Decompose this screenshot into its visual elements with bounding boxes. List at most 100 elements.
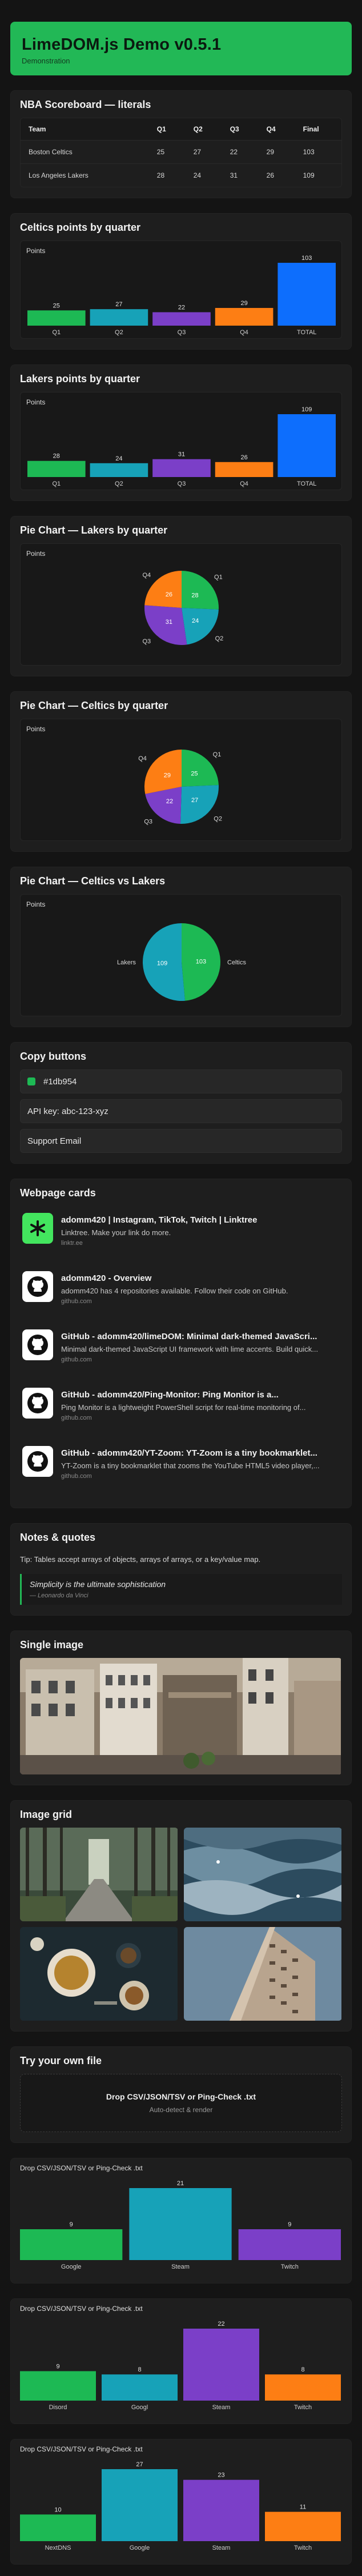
celtics-bar-card: Celtics points by quarter Points 25 Q1 27 Q… bbox=[10, 213, 352, 350]
pie-value-label: 31 bbox=[166, 619, 172, 626]
github-icon bbox=[22, 1329, 53, 1360]
chart-container: Points 28 Q1 24 Q2 31 Q3 26 Q4 bbox=[20, 543, 342, 666]
bar-category-label: Q3 bbox=[178, 329, 186, 336]
pie-value-label: 24 bbox=[192, 618, 199, 624]
file-bar-chart-2: 9 Disord 8 Googl 22 Steam 8 Twitch bbox=[20, 2321, 341, 2411]
bar-value-label: 8 bbox=[138, 2366, 141, 2373]
bar bbox=[238, 2229, 341, 2260]
webcard-title: adomm420 | Instagram, TikTok, Twitch | L… bbox=[61, 1215, 258, 1225]
table-row: Boston Celtics 25 27 22 29 103 bbox=[21, 140, 341, 164]
copy-label: Support Email bbox=[27, 1136, 82, 1146]
lakers-pie-chart: 28 Q1 24 Q2 31 Q3 26 Q4 bbox=[142, 571, 224, 645]
pie-slice bbox=[144, 750, 182, 794]
pie-category-label: Celtics bbox=[227, 959, 247, 966]
bar-value-label: 22 bbox=[218, 2321, 224, 2327]
quote-block: Simplicity is the ultimate sophisticatio… bbox=[20, 1574, 342, 1605]
table-cell: 103 bbox=[295, 140, 341, 164]
bar-category-label: TOTAL bbox=[297, 329, 316, 336]
webcard-desc: adomm420 has 4 repositories available. F… bbox=[61, 1287, 288, 1295]
pie-category-label: Q1 bbox=[214, 574, 223, 580]
bar-value-label: 8 bbox=[301, 2366, 304, 2373]
image-grid-card: Image grid bbox=[10, 1800, 352, 2032]
tryfile-title: Try your own file bbox=[20, 2055, 102, 2066]
scoreboard-table: Team Q1 Q2 Q3 Q4 Final Boston Celtics 25… bbox=[20, 118, 342, 187]
celtics-pie-card: Pie Chart — Celtics by quarter Points 25… bbox=[10, 691, 352, 852]
table-cell: 25 bbox=[148, 140, 186, 164]
vs-pie-chart: 103 Celtics 109 Lakers bbox=[117, 923, 247, 1001]
tryfile-card: Try your own file Drop CSV/JSON/TSV or P… bbox=[10, 2046, 352, 2143]
table-cell: 27 bbox=[185, 140, 222, 164]
pie-category-label: Lakers bbox=[117, 959, 136, 966]
bar-value-label: 26 bbox=[240, 454, 247, 461]
bar-category-label: Twitch bbox=[294, 2545, 312, 2551]
webpage-card-ping-monitor[interactable]: GitHub - adomm420/Ping-Monitor: Ping Mon… bbox=[20, 1381, 342, 1439]
bar-category-label: NextDNS bbox=[45, 2545, 71, 2551]
bar bbox=[90, 463, 148, 477]
bar-category-label: Q1 bbox=[52, 329, 61, 336]
vs-pie-card: Pie Chart — Celtics vs Lakers Points 103… bbox=[10, 867, 352, 1027]
pie-category-label: Q4 bbox=[138, 755, 147, 762]
file-bar-chart-3: 10 NextDNS 27 Google 23 Steam 11 Twitch bbox=[20, 2461, 341, 2551]
webcards-title: Webpage cards bbox=[20, 1187, 96, 1199]
image-grid-title: Image grid bbox=[20, 1809, 73, 1820]
webcard-title: GitHub - adomm420/Ping-Monitor: Ping Mon… bbox=[61, 1390, 279, 1400]
city-photo bbox=[20, 1658, 342, 1774]
copy-color-button[interactable]: #1db954 bbox=[20, 1069, 342, 1093]
copy-api-key-button[interactable]: API key: abc-123-xyz bbox=[20, 1099, 342, 1123]
page-title: LimeDOM.js Demo v0.5.1 bbox=[22, 35, 222, 54]
table-header-row: Team Q1 Q2 Q3 Q4 Final bbox=[21, 118, 341, 141]
chart-container: Points 103 Celtics 109 Lakers bbox=[20, 894, 342, 1016]
chart-container: Points 25 Q1 27 Q2 22 Q3 29 Q4 bbox=[20, 719, 342, 841]
page-subtitle: Demonstration bbox=[22, 57, 70, 65]
chart-ylabel: Points bbox=[26, 725, 46, 733]
bar-value-label: 25 bbox=[53, 302, 60, 309]
chart-title: Pie Chart — Lakers by quarter bbox=[20, 524, 168, 536]
pie-value-label: 22 bbox=[166, 798, 173, 805]
lakers-bar-card: Lakers points by quarter Points 28 Q1 24 Q2… bbox=[10, 364, 352, 501]
chart-title: Drop CSV/JSON/TSV or Ping-Check .txt bbox=[20, 2305, 143, 2313]
webpage-card-yt-zoom[interactable]: GitHub - adomm420/YT-Zoom: YT-Zoom is a … bbox=[20, 1439, 342, 1497]
webpage-card-limedom[interactable]: GitHub - adomm420/limeDOM: Minimal dark-… bbox=[20, 1323, 342, 1381]
dropzone-message: Drop CSV/JSON/TSV or Ping-Check .txt bbox=[106, 2092, 256, 2101]
forest-road-photo bbox=[20, 1828, 178, 1921]
bar bbox=[215, 308, 273, 326]
chart-title: Drop CSV/JSON/TSV or Ping-Check .txt bbox=[20, 2445, 143, 2453]
table-cell: Boston Celtics bbox=[21, 140, 149, 164]
lakers-bar-chart: 28 Q1 24 Q2 31 Q3 26 Q4 109 TOTAL bbox=[27, 406, 336, 487]
pie-value-label: 103 bbox=[196, 958, 206, 965]
chart-title: Pie Chart — Celtics by quarter bbox=[20, 700, 168, 711]
pie-value-label: 27 bbox=[191, 797, 198, 804]
chart-title: Lakers points by quarter bbox=[20, 373, 140, 384]
quote-text: Simplicity is the ultimate sophisticatio… bbox=[30, 1580, 166, 1589]
bar-category-label: Steam bbox=[171, 2263, 190, 2270]
pie-slice bbox=[180, 785, 219, 824]
github-icon bbox=[22, 1446, 53, 1477]
bar-value-label: 27 bbox=[136, 2461, 143, 2468]
file-chart-card-2: Drop CSV/JSON/TSV or Ping-Check .txt 9 Di… bbox=[10, 2298, 352, 2424]
file-chart-card-3: Drop CSV/JSON/TSV or Ping-Check .txt 10 N… bbox=[10, 2439, 352, 2565]
chart-title: Pie Chart — Celtics vs Lakers bbox=[20, 875, 166, 887]
webcard-title: GitHub - adomm420/limeDOM: Minimal dark-… bbox=[61, 1332, 317, 1341]
webcard-title: adomm420 - Overview bbox=[61, 1273, 152, 1283]
chart-ylabel: Points bbox=[26, 398, 46, 406]
webcard-host: github.com bbox=[61, 1356, 92, 1363]
pie-category-label: Q3 bbox=[144, 818, 152, 825]
chart-ylabel: Points bbox=[26, 900, 46, 908]
bar-category-label: Disord bbox=[49, 2404, 67, 2411]
chart-container: 10 NextDNS 27 Google 23 Steam 11 Twitch bbox=[20, 2457, 342, 2554]
webpage-card-linktree[interactable]: adomm420 | Instagram, TikTok, Twitch | L… bbox=[20, 1206, 342, 1264]
pie-category-label: Q2 bbox=[215, 635, 224, 642]
copy-label: #1db954 bbox=[43, 1076, 77, 1087]
pie-value-label: 26 bbox=[166, 591, 172, 598]
pie-value-label: 25 bbox=[191, 770, 198, 777]
table-cell: 24 bbox=[185, 163, 222, 187]
webpage-card-github-overview[interactable]: adomm420 - Overview adomm420 has 4 repos… bbox=[20, 1264, 342, 1323]
bar-category-label: Twitch bbox=[281, 2263, 299, 2270]
bar bbox=[20, 2514, 96, 2541]
table-row: Los Angeles Lakers 28 24 31 26 109 bbox=[21, 163, 341, 187]
flatiron-building-photo bbox=[184, 1927, 342, 2021]
bar-category-label: Q2 bbox=[115, 329, 123, 336]
file-dropzone[interactable]: Drop CSV/JSON/TSV or Ping-Check .txt Aut… bbox=[20, 2074, 342, 2132]
bar-value-label: 9 bbox=[288, 2221, 291, 2228]
copy-support-email-button[interactable]: Support Email bbox=[20, 1129, 342, 1153]
